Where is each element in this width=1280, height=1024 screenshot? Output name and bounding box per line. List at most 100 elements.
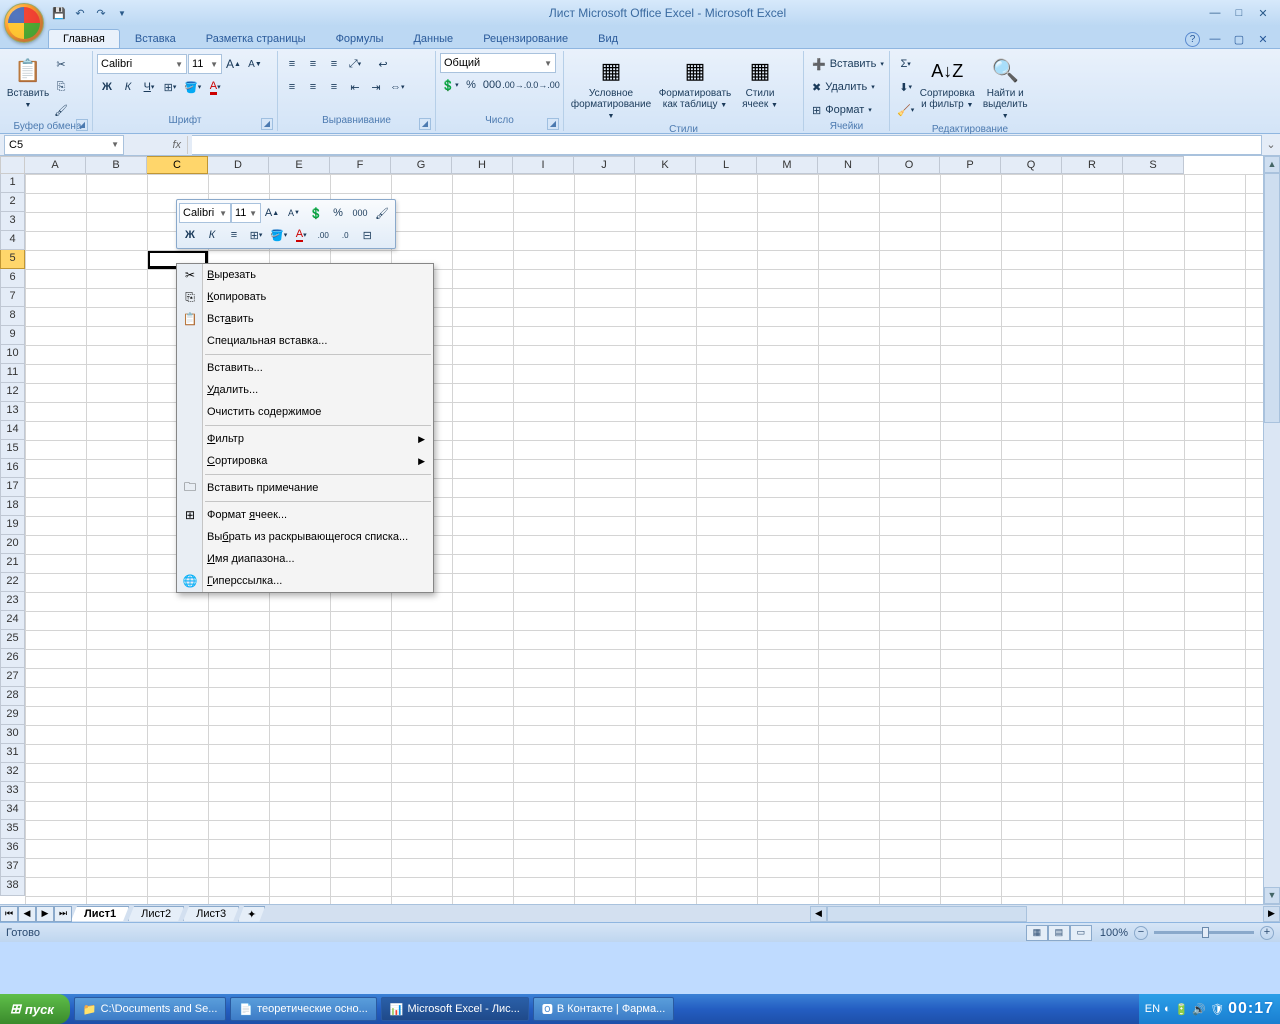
zoom-slider[interactable]: [1154, 931, 1254, 934]
row-header[interactable]: 9: [0, 326, 25, 345]
sheet-nav-last-icon[interactable]: ⏭: [54, 906, 72, 922]
row-header[interactable]: 27: [0, 668, 25, 687]
context-menu-item[interactable]: Удалить...: [177, 379, 433, 401]
mini-decrease-decimal-icon[interactable]: .0: [334, 224, 356, 246]
row-header[interactable]: 2: [0, 193, 25, 212]
font-color-button[interactable]: A▾: [205, 76, 225, 98]
accounting-format-icon[interactable]: 💲▾: [440, 74, 460, 96]
horizontal-scrollbar[interactable]: ◀▶: [810, 906, 1280, 922]
formula-bar-expand-icon[interactable]: ⌄: [1262, 138, 1280, 151]
tray-clock[interactable]: 00:17: [1228, 1000, 1274, 1018]
conditional-formatting-button[interactable]: ▦Условное форматирование ▼: [568, 53, 654, 124]
decrease-decimal-icon[interactable]: .0→.00: [532, 74, 560, 96]
mini-comma-icon[interactable]: 000: [349, 202, 371, 224]
sort-filter-button[interactable]: A↓ZСортировка и фильтр ▼: [919, 53, 975, 113]
row-header[interactable]: 35: [0, 820, 25, 839]
qat-save-icon[interactable]: 💾: [50, 4, 68, 22]
tab-formulas[interactable]: Формулы: [321, 29, 399, 48]
clipboard-dialog-launcher[interactable]: ◢: [76, 119, 88, 131]
row-header[interactable]: 15: [0, 440, 25, 459]
mini-merge-icon[interactable]: ⊟: [356, 224, 378, 246]
shrink-font-icon[interactable]: A▼: [245, 53, 265, 75]
context-menu-item[interactable]: ✂Вырезать: [177, 264, 433, 286]
mini-accounting-icon[interactable]: 💲: [305, 202, 327, 224]
mini-size-combo[interactable]: 11▼: [231, 203, 261, 223]
view-page-break-icon[interactable]: ▭: [1070, 925, 1092, 941]
row-header[interactable]: 19: [0, 516, 25, 535]
bold-button[interactable]: Ж: [97, 76, 117, 98]
row-header[interactable]: 36: [0, 839, 25, 858]
select-all-corner[interactable]: [0, 156, 25, 174]
row-header[interactable]: 29: [0, 706, 25, 725]
column-header[interactable]: P: [940, 156, 1001, 174]
row-header[interactable]: 37: [0, 858, 25, 877]
sheet-nav-first-icon[interactable]: ⏮: [0, 906, 18, 922]
mini-format-painter-icon[interactable]: 🖌: [371, 202, 393, 224]
mini-border-icon[interactable]: ⊞▾: [245, 224, 267, 246]
row-header[interactable]: 24: [0, 611, 25, 630]
fx-icon[interactable]: fx: [166, 139, 187, 151]
close-button[interactable]: ✕: [1252, 5, 1274, 21]
autosum-icon[interactable]: Σ▾: [894, 53, 917, 75]
column-header[interactable]: C: [147, 156, 208, 174]
zoom-in-button[interactable]: +: [1260, 926, 1274, 940]
row-header[interactable]: 8: [0, 307, 25, 326]
taskbar-item[interactable]: 📄теоретические осно...: [230, 997, 376, 1021]
tray-lang[interactable]: EN: [1145, 1003, 1160, 1015]
row-header[interactable]: 33: [0, 782, 25, 801]
align-top-icon[interactable]: ≡: [282, 53, 302, 75]
start-button[interactable]: ⊞пуск: [0, 994, 70, 1024]
grow-font-icon[interactable]: A▲: [223, 53, 244, 75]
zoom-out-button[interactable]: −: [1134, 926, 1148, 940]
align-right-icon[interactable]: ≡: [324, 76, 344, 98]
row-header[interactable]: 4: [0, 231, 25, 250]
tab-insert[interactable]: Вставка: [120, 29, 191, 48]
row-header[interactable]: 5: [0, 250, 25, 269]
paste-button[interactable]: 📋 Вставить▼: [7, 53, 49, 113]
zoom-level[interactable]: 100%: [1100, 927, 1128, 939]
qat-customize-icon[interactable]: ▼: [113, 4, 131, 22]
mini-shrink-font-icon[interactable]: A▼: [283, 202, 305, 224]
column-header[interactable]: J: [574, 156, 635, 174]
row-header[interactable]: 38: [0, 877, 25, 896]
context-menu-item[interactable]: 🗀Вставить примечание: [177, 477, 433, 499]
column-header[interactable]: B: [86, 156, 147, 174]
sheet-tab[interactable]: Лист1: [71, 906, 129, 921]
clear-icon[interactable]: 🧹▾: [894, 99, 917, 121]
mini-font-color-icon[interactable]: A▾: [290, 224, 312, 246]
mini-increase-decimal-icon[interactable]: .00: [312, 224, 334, 246]
fill-color-button[interactable]: 🪣▾: [181, 76, 204, 98]
row-header[interactable]: 6: [0, 269, 25, 288]
context-menu-item[interactable]: 📋Вставить: [177, 308, 433, 330]
context-menu-item[interactable]: Выбрать из раскрывающегося списка...: [177, 526, 433, 548]
number-dialog-launcher[interactable]: ◢: [547, 118, 559, 130]
decrease-indent-icon[interactable]: ⇤: [345, 76, 365, 98]
new-sheet-button[interactable]: ✦: [238, 906, 265, 922]
row-header[interactable]: 28: [0, 687, 25, 706]
maximize-button[interactable]: □: [1228, 5, 1250, 21]
row-header[interactable]: 14: [0, 421, 25, 440]
row-header[interactable]: 12: [0, 383, 25, 402]
help-icon[interactable]: ?: [1185, 32, 1200, 47]
mini-center-icon[interactable]: ≡: [223, 224, 245, 246]
increase-indent-icon[interactable]: ⇥: [366, 76, 386, 98]
vertical-scrollbar[interactable]: ▲▼: [1263, 156, 1280, 904]
column-header[interactable]: N: [818, 156, 879, 174]
row-header[interactable]: 18: [0, 497, 25, 516]
column-header[interactable]: R: [1062, 156, 1123, 174]
context-menu-item[interactable]: Сортировка▶: [177, 450, 433, 472]
fill-icon[interactable]: ⬇▾: [894, 76, 917, 98]
row-header[interactable]: 32: [0, 763, 25, 782]
sheet-nav-prev-icon[interactable]: ◀: [18, 906, 36, 922]
row-header[interactable]: 22: [0, 573, 25, 592]
column-header[interactable]: A: [25, 156, 86, 174]
tab-page-layout[interactable]: Разметка страницы: [191, 29, 321, 48]
column-header[interactable]: Q: [1001, 156, 1062, 174]
row-header[interactable]: 23: [0, 592, 25, 611]
underline-button[interactable]: Ч▾: [139, 76, 159, 98]
context-menu-item[interactable]: 🌐Гиперссылка...: [177, 570, 433, 592]
context-menu-item[interactable]: Вставить...: [177, 357, 433, 379]
row-header[interactable]: 17: [0, 478, 25, 497]
column-header[interactable]: D: [208, 156, 269, 174]
view-page-layout-icon[interactable]: ▤: [1048, 925, 1070, 941]
